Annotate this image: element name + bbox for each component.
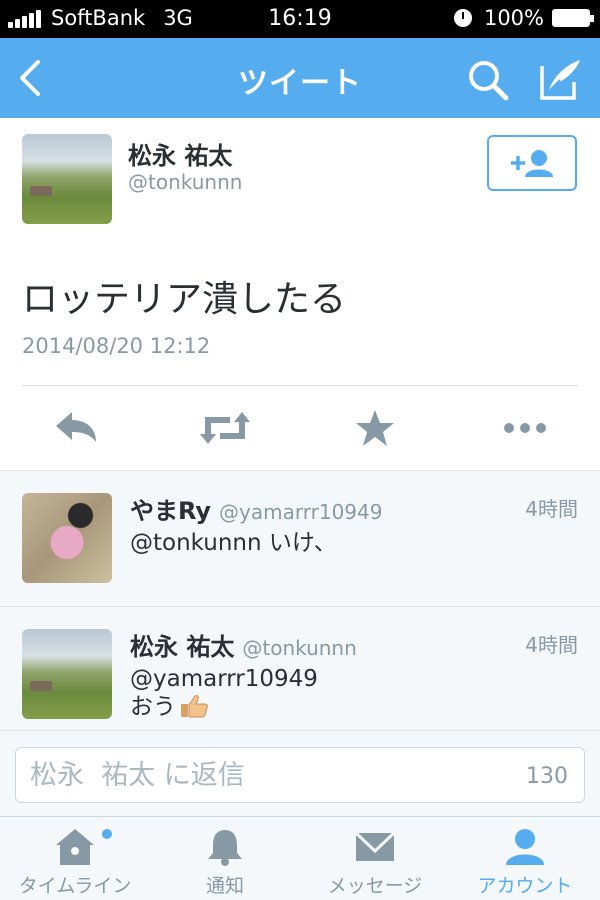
favorite-star-icon — [356, 410, 394, 446]
page-title: ツイート — [238, 66, 362, 101]
reply-time: 4時間 — [525, 633, 578, 657]
reply-author-handle[interactable]: @yamarrr10949 — [219, 500, 382, 524]
reply-button[interactable] — [52, 406, 102, 450]
reply-time: 4時間 — [525, 497, 578, 521]
person-icon — [506, 829, 544, 865]
tab-label: タイムライン — [18, 875, 132, 897]
reply-body: おう — [130, 693, 318, 721]
reply-composer-bar: 130 — [0, 730, 600, 816]
tab-label: メッセージ — [327, 875, 423, 897]
tab-timeline[interactable]: タイムライン — [0, 817, 150, 900]
bell-icon — [208, 830, 242, 866]
more-button[interactable] — [500, 406, 550, 450]
search-icon — [469, 61, 509, 101]
reply-text: @tonkunnn いけ、 — [130, 530, 337, 556]
reply-item[interactable]: 松永 祐太 @tonkunnn 4時間 @yamarrr10949 おう — [0, 606, 600, 730]
char-count: 130 — [526, 764, 568, 789]
home-icon — [56, 829, 94, 865]
tab-label: 通知 — [205, 875, 244, 897]
compose-button[interactable] — [538, 56, 584, 102]
add-user-icon — [511, 150, 553, 177]
reply-body-text: おう — [130, 694, 176, 720]
tab-label: アカウント — [477, 875, 573, 897]
envelope-icon — [354, 831, 396, 861]
tab-bar: タイムライン 通知 メッセージ アカウント — [0, 816, 600, 900]
avatar[interactable] — [22, 134, 112, 224]
favorite-button[interactable] — [350, 406, 400, 450]
tab-messages[interactable]: メッセージ — [300, 817, 450, 900]
reply-input[interactable] — [30, 756, 510, 794]
main-tweet: 松永 祐太 @tonkunnn ロッテリア潰したる 2014/08/20 12:… — [0, 118, 600, 470]
nav-bar: ツイート — [0, 38, 600, 118]
divider — [22, 385, 578, 386]
author-handle[interactable]: @tonkunnn — [128, 170, 242, 194]
search-button[interactable] — [466, 58, 510, 102]
reply-author-handle[interactable]: @tonkunnn — [242, 636, 356, 660]
tab-account[interactable]: アカウント — [450, 817, 600, 900]
status-bar: SoftBank 3G 16:19 100% — [0, 0, 600, 38]
tweet-date: 2014/08/20 12:12 — [22, 334, 211, 358]
battery-percent: 100% — [483, 6, 544, 30]
author-name[interactable]: 松永 祐太 — [128, 136, 232, 171]
retweet-button[interactable] — [198, 406, 250, 450]
rotation-lock-icon — [453, 9, 472, 27]
thumbs-up-icon — [181, 695, 208, 718]
new-indicator-dot — [102, 829, 112, 839]
avatar[interactable] — [22, 493, 112, 583]
reply-author-name[interactable]: やまRy — [130, 497, 211, 525]
avatar[interactable] — [22, 629, 112, 719]
compose-icon — [540, 60, 580, 100]
reply-icon — [56, 412, 96, 442]
reply-composer[interactable]: 130 — [15, 747, 585, 803]
reply-author: やまRy @yamarrr10949 — [130, 491, 382, 526]
follow-button[interactable] — [487, 135, 577, 191]
battery-icon — [552, 9, 594, 27]
reply-author: 松永 祐太 @tonkunnn — [130, 627, 357, 662]
status-right: 100% — [453, 6, 594, 30]
reply-author-name[interactable]: 松永 祐太 — [130, 633, 234, 661]
reply-text: @yamarrr10949 おう — [130, 665, 318, 721]
retweet-icon — [200, 412, 250, 444]
more-icon — [504, 423, 546, 433]
reply-mention[interactable]: @yamarrr10949 — [130, 665, 318, 693]
reply-item[interactable]: やまRy @yamarrr10949 4時間 @tonkunnn いけ、 — [0, 470, 600, 606]
tweet-text: ロッテリア潰したる — [22, 279, 347, 320]
tab-notifications[interactable]: 通知 — [150, 817, 300, 900]
